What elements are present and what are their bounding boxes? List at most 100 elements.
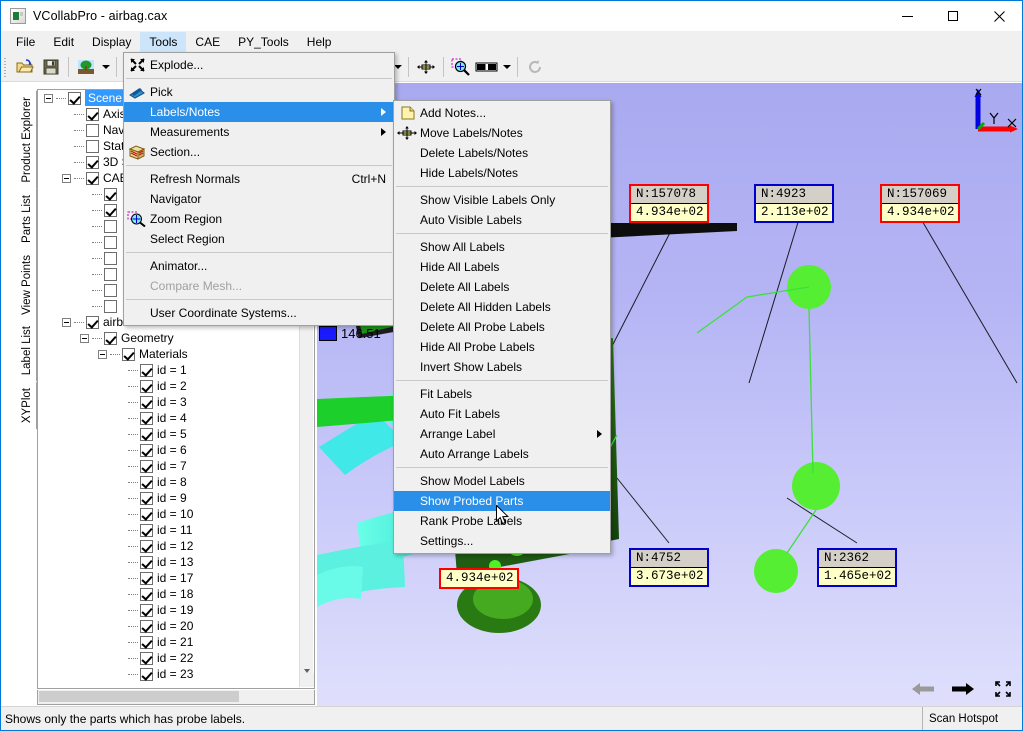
scene-tree-button[interactable] [73, 55, 99, 79]
probe-label[interactable]: N:157078 4.934e+02 [629, 184, 709, 223]
menu-py-tools[interactable]: PY_Tools [229, 32, 298, 52]
tree-item[interactable]: id = 8 [38, 474, 300, 490]
tree-item[interactable]: id = 21 [38, 634, 300, 650]
tree-item-checkbox[interactable] [104, 251, 117, 265]
scene-tree-dropdown[interactable] [99, 55, 112, 79]
tree-item[interactable]: id = 6 [38, 442, 300, 458]
tree-item[interactable]: id = 13 [38, 554, 300, 570]
menuitem-animator[interactable]: Animator... [124, 256, 394, 276]
back-button[interactable] [912, 680, 934, 698]
zoom-region-button[interactable] [448, 55, 474, 79]
tree-item-checkbox[interactable] [140, 363, 153, 377]
menuitem-user-coordinate-systems[interactable]: User Coordinate Systems... [124, 303, 394, 323]
tree-item[interactable]: id = 17 [38, 570, 300, 586]
forward-button[interactable] [952, 680, 974, 698]
menuitem-hide-labels-notes[interactable]: Hide Labels/Notes [394, 163, 610, 183]
open-button[interactable] [12, 55, 38, 79]
menuitem-delete-all-probe-labels[interactable]: Delete All Probe Labels [394, 317, 610, 337]
tree-item[interactable]: id = 2 [38, 378, 300, 394]
probe-label[interactable]: 4.934e+02 [439, 568, 519, 589]
tree-item[interactable]: id = 9 [38, 490, 300, 506]
fullscreen-button[interactable] [992, 680, 1014, 698]
tree-item[interactable]: id = 7 [38, 458, 300, 474]
tree-item-checkbox[interactable] [104, 331, 117, 345]
probe-label[interactable]: N:2362 1.465e+02 [817, 548, 897, 587]
menuitem-zoom-region[interactable]: Zoom Region [124, 209, 394, 229]
menuitem-pick[interactable]: Pick [124, 82, 394, 102]
menuitem-auto-fit-labels[interactable]: Auto Fit Labels [394, 404, 610, 424]
menuitem-delete-all-labels[interactable]: Delete All Labels [394, 277, 610, 297]
menuitem-fit-labels[interactable]: Fit Labels [394, 384, 610, 404]
tree-expander[interactable] [80, 333, 89, 343]
tree-item-checkbox[interactable] [86, 315, 99, 329]
probe-label[interactable]: N:157069 4.934e+02 [880, 184, 960, 223]
move-labels-button[interactable] [413, 55, 439, 79]
tree-horizontal-scrollbar[interactable] [37, 690, 315, 705]
menu-cae[interactable]: CAE [186, 32, 229, 52]
tree-item-checkbox[interactable] [140, 635, 153, 649]
menuitem-navigator[interactable]: Navigator [124, 189, 394, 209]
tree-expander[interactable] [98, 349, 107, 359]
tree-item[interactable]: id = 23 [38, 666, 300, 682]
menuitem-refresh-normals[interactable]: Refresh Normals Ctrl+N [124, 169, 394, 189]
tree-item[interactable]: id = 22 [38, 650, 300, 666]
tree-item[interactable]: id = 1 [38, 362, 300, 378]
tree-item-checkbox[interactable] [86, 155, 99, 169]
sidebar-tab-parts-list[interactable]: Parts List [17, 188, 37, 249]
tree-item-checkbox[interactable] [86, 171, 99, 185]
menuitem-auto-arrange-labels[interactable]: Auto Arrange Labels [394, 444, 610, 464]
menuitem-settings[interactable]: Settings... [394, 531, 610, 551]
menuitem-delete-all-hidden-labels[interactable]: Delete All Hidden Labels [394, 297, 610, 317]
tree-item-checkbox[interactable] [104, 299, 117, 313]
menu-file[interactable]: File [7, 32, 44, 52]
tree-scroll-down-button[interactable] [300, 673, 314, 687]
tree-item-checkbox[interactable] [68, 91, 81, 105]
tree-item-checkbox[interactable] [140, 379, 153, 393]
tree-item-checkbox[interactable] [140, 523, 153, 537]
tree-item-checkbox[interactable] [104, 187, 117, 201]
probe-label[interactable]: N:4752 3.673e+02 [629, 548, 709, 587]
tree-item[interactable]: id = 5 [38, 426, 300, 442]
tree-item-checkbox[interactable] [140, 427, 153, 441]
tree-item-checkbox[interactable] [140, 491, 153, 505]
menuitem-auto-visible-labels[interactable]: Auto Visible Labels [394, 210, 610, 230]
sidebar-tab-label-list[interactable]: Label List [17, 320, 37, 382]
sidebar-tab-product-explorer[interactable]: Product Explorer [17, 91, 37, 189]
menuitem-select-region[interactable]: Select Region [124, 229, 394, 249]
menuitem-move-labels-notes[interactable]: Move Labels/Notes [394, 123, 610, 143]
tree-item-checkbox[interactable] [140, 395, 153, 409]
tree-item-checkbox[interactable] [104, 235, 117, 249]
maximize-button[interactable] [930, 1, 976, 31]
tree-item-checkbox[interactable] [140, 443, 153, 457]
tree-item-checkbox[interactable] [104, 283, 117, 297]
tree-item[interactable]: id = 12 [38, 538, 300, 554]
menuitem-invert-show-labels[interactable]: Invert Show Labels [394, 357, 610, 377]
menuitem-show-visible-labels-only[interactable]: Show Visible Labels Only [394, 190, 610, 210]
tree-item-checkbox[interactable] [86, 123, 99, 137]
tree-item-checkbox[interactable] [140, 651, 153, 665]
scan-hotspot-panel[interactable]: Scan Hotspot [922, 707, 1022, 730]
tree-item-checkbox[interactable] [104, 267, 117, 281]
tree-item[interactable]: id = 11 [38, 522, 300, 538]
toolbar-grip[interactable] [3, 56, 9, 78]
tree-item[interactable]: id = 4 [38, 410, 300, 426]
tree-item-checkbox[interactable] [122, 347, 135, 361]
tree-item[interactable]: id = 19 [38, 602, 300, 618]
tree-item[interactable]: Geometry [38, 330, 300, 346]
tree-item-checkbox[interactable] [140, 507, 153, 521]
menuitem-hide-all-probe-labels[interactable]: Hide All Probe Labels [394, 337, 610, 357]
menu-help[interactable]: Help [298, 32, 341, 52]
menuitem-show-model-labels[interactable]: Show Model Labels [394, 471, 610, 491]
menu-tools[interactable]: Tools [140, 32, 187, 52]
tree-item[interactable]: id = 3 [38, 394, 300, 410]
probe-label[interactable]: N:4923 2.113e+02 [754, 184, 834, 223]
tree-expander[interactable] [62, 317, 71, 327]
sidebar-tab-xyplot[interactable]: XYPlot [17, 381, 37, 429]
refresh-button[interactable] [522, 55, 548, 79]
menu-edit[interactable]: Edit [44, 32, 83, 52]
sidebar-tab-view-points[interactable]: View Points [17, 248, 37, 321]
tree-item-checkbox[interactable] [140, 667, 153, 681]
tree-item[interactable]: id = 18 [38, 586, 300, 602]
tree-item[interactable]: Materials [38, 346, 300, 362]
menuitem-show-all-labels[interactable]: Show All Labels [394, 237, 610, 257]
